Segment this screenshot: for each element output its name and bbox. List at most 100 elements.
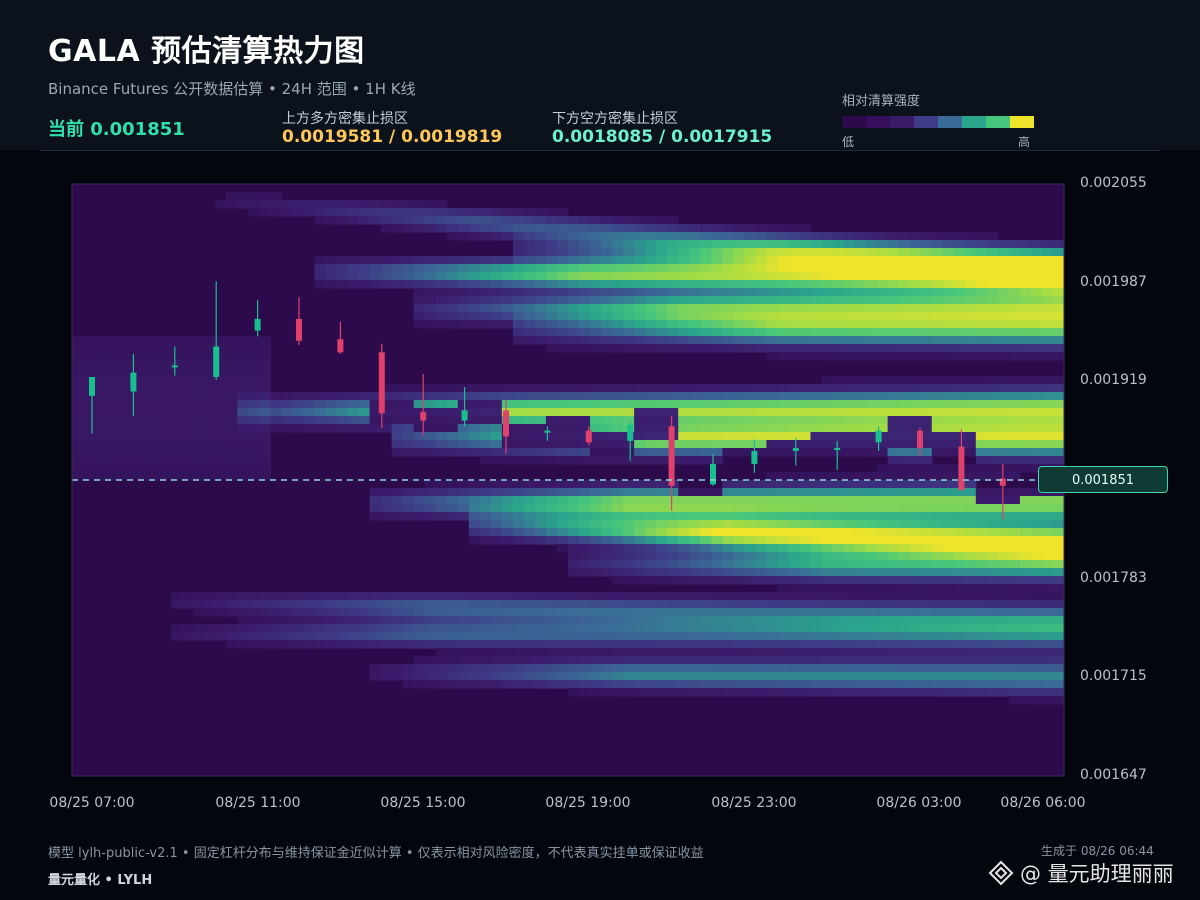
heat-cell (810, 568, 823, 577)
heat-cell (942, 528, 955, 537)
heat-cell (667, 264, 679, 273)
heat-cell (490, 680, 503, 689)
heat-cell (468, 648, 481, 657)
heat-cell (656, 328, 668, 337)
heat-cell (766, 544, 779, 553)
heat-cell (601, 544, 613, 553)
heat-cell (435, 200, 448, 209)
heat-cell (248, 368, 260, 377)
heat-cell (1052, 528, 1064, 537)
heat-cell (512, 296, 525, 305)
heat-cell (623, 632, 635, 641)
heat-cell (1030, 640, 1043, 649)
heat-cell (942, 416, 955, 425)
heat-cell (479, 480, 492, 489)
heat-cell (568, 624, 580, 633)
heat-cell (545, 600, 558, 609)
heat-cell (964, 544, 977, 553)
heat-cell (303, 640, 316, 649)
heat-cell (215, 632, 227, 641)
heat-cell (501, 480, 514, 489)
heat-cell (832, 296, 845, 305)
heat-cell (997, 544, 1010, 553)
heat-cell (733, 440, 745, 449)
heat-cell (887, 416, 900, 425)
heat-cell (1030, 544, 1043, 553)
heat-cell (865, 616, 878, 625)
heat-cell (612, 312, 624, 321)
heat-cell (766, 496, 779, 505)
heat-cell (116, 440, 128, 449)
heat-cell (612, 664, 624, 673)
heat-cell (435, 496, 448, 505)
heat-cell (270, 600, 283, 609)
heat-cell (975, 424, 988, 433)
heat-cell (678, 568, 690, 577)
heat-cell (975, 496, 988, 505)
heat-cell (424, 384, 437, 393)
heat-cell (733, 544, 745, 553)
heat-cell (799, 344, 812, 353)
heat-cell (623, 280, 635, 289)
heat-cell (1008, 392, 1021, 401)
heat-cell (711, 600, 723, 609)
heat-cell (634, 688, 646, 697)
heat-cell (766, 480, 779, 489)
heat-cell (788, 296, 801, 305)
heat-cell (821, 640, 834, 649)
heat-cell (634, 408, 646, 417)
heat-cell (579, 656, 591, 665)
heat-cell (446, 632, 459, 641)
heat-cell (237, 432, 249, 441)
heat-cell (799, 400, 812, 409)
heat-cell (1030, 512, 1043, 521)
heat-cell (556, 328, 569, 337)
heat-cell (678, 440, 690, 449)
heat-cell (722, 280, 734, 289)
heat-cell (909, 560, 922, 569)
heat-cell (656, 480, 668, 489)
heat-cell (656, 616, 668, 625)
heat-cell (204, 384, 216, 393)
heat-cell (964, 488, 977, 497)
heat-cell (303, 624, 316, 633)
heat-cell (193, 384, 205, 393)
heat-cell (1041, 528, 1054, 537)
heat-cell (501, 488, 514, 497)
heat-cell (722, 416, 734, 425)
heat-cell (953, 512, 966, 521)
heat-cell (634, 400, 646, 409)
heat-cell (953, 584, 966, 593)
heat-cell (799, 232, 812, 241)
heat-cell (193, 392, 205, 401)
heat-cell (909, 408, 922, 417)
heat-cell (645, 432, 657, 441)
heat-cell (876, 288, 889, 297)
heat-cell (259, 192, 271, 201)
heat-cell (876, 312, 889, 321)
heat-cell (920, 352, 933, 361)
heat-cell (645, 392, 657, 401)
heat-cell (623, 232, 635, 241)
heat-cell (832, 672, 845, 681)
heat-cell (964, 408, 977, 417)
heat-cell (490, 208, 503, 217)
heat-cell (446, 264, 459, 273)
heat-cell (744, 416, 756, 425)
heat-cell (1019, 304, 1032, 313)
heat-cell (325, 280, 338, 289)
heat-cell (821, 416, 834, 425)
heat-cell (490, 600, 503, 609)
heat-cell (424, 592, 437, 601)
heat-cell (623, 456, 635, 465)
heat-cell (689, 328, 701, 337)
heat-cell (733, 224, 745, 233)
heat-cell (931, 248, 944, 257)
heat-cell (523, 440, 536, 449)
heat-cell (590, 680, 602, 689)
heat-cell (259, 400, 271, 409)
heat-cell (700, 488, 712, 497)
heat-cell (953, 608, 966, 617)
heat-cell (733, 448, 745, 457)
heat-cell (667, 512, 679, 521)
